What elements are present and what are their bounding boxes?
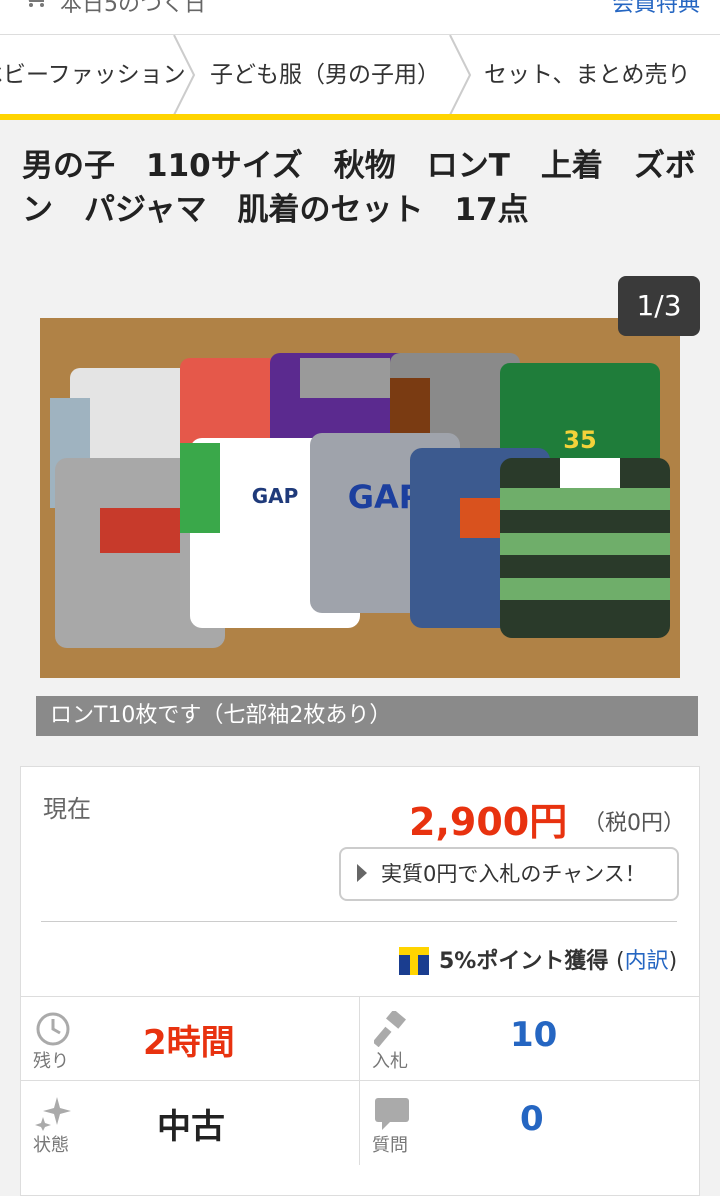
condition-cell: 状態 中古 <box>21 1081 360 1165</box>
points-info: 5%ポイント獲得 (内訳) <box>439 943 677 975</box>
zero-yen-bid-chance-button[interactable]: 実質0円で入札のチャンス！ <box>339 847 679 901</box>
questions-cell[interactable]: 質問 0 <box>360 1081 699 1165</box>
paren-close: ) <box>668 949 678 974</box>
time-remaining-label: 残り <box>33 1051 69 1072</box>
breadcrumb-separator-icon <box>449 35 472 114</box>
current-price-label: 現在 <box>43 795 91 823</box>
auction-stats: 残り 2時間 入札 10 状態 中古 質問 0 <box>20 996 700 1196</box>
member-benefits-link[interactable]: 会員特典 <box>612 0 700 18</box>
caret-right-icon <box>357 864 367 882</box>
clock-icon <box>36 1012 70 1046</box>
points-text: 5%ポイント獲得 <box>439 949 609 974</box>
svg-text:35: 35 <box>563 426 596 454</box>
gavel-icon <box>374 1011 406 1047</box>
chance-button-label: 実質0円で入札のチャンス！ <box>381 862 646 886</box>
item-title: 男の子 110サイズ 秋物 ロンT 上着 ズボン パジャマ 肌着のセット 17点 <box>22 148 696 228</box>
breadcrumb-item-set-bundle[interactable]: セット、まとめ売り <box>484 35 691 114</box>
breadcrumb: ベビーファッション 子ども服（男の子用） セット、まとめ売り <box>0 34 720 114</box>
speech-bubble-icon <box>375 1098 409 1130</box>
sparkle-icon <box>35 1097 71 1131</box>
condition-label: 状態 <box>33 1135 69 1156</box>
condition-value: 中古 <box>157 1107 225 1147</box>
price-card: 現在 2,900円 （税0円） 実質0円で入札のチャンス！ 5%ポイント獲得 (… <box>20 766 700 998</box>
top-bar: 本日5のつく日 会員特典 <box>0 0 720 34</box>
divider <box>41 921 677 922</box>
image-caption: ロンT10枚です（七部袖2枚あり） <box>36 696 698 736</box>
tax-amount: （税0円） <box>583 811 685 836</box>
time-remaining-value: 2時間 <box>143 1023 235 1063</box>
questions-label: 質問 <box>372 1135 408 1156</box>
questions-count: 0 <box>520 1099 544 1139</box>
bids-cell[interactable]: 入札 10 <box>360 997 699 1081</box>
promo-text[interactable]: 本日5のつく日 <box>60 0 206 18</box>
time-remaining-cell: 残り 2時間 <box>21 997 360 1081</box>
breadcrumb-item-kids-boys[interactable]: 子ども服（男の子用） <box>210 35 440 114</box>
points-breakdown-link[interactable]: 内訳 <box>625 949 669 974</box>
breadcrumb-item-baby-fashion[interactable]: ベビーファッション <box>0 35 186 114</box>
paren-open: ( <box>616 949 625 974</box>
bids-count: 10 <box>510 1015 558 1055</box>
t-point-icon <box>399 947 429 975</box>
current-price: 2,900円 <box>409 800 568 844</box>
svg-text:GAP: GAP <box>252 484 299 508</box>
item-detail: 男の子 110サイズ 秋物 ロンT 上着 ズボン パジャマ 肌着のセット 17点… <box>0 120 720 1196</box>
cart-icon[interactable] <box>22 0 48 8</box>
breadcrumb-separator-icon <box>173 35 196 114</box>
bids-label: 入札 <box>372 1051 408 1072</box>
image-counter: 1/3 <box>618 276 700 336</box>
item-photo[interactable]: 35 GAP GAP <box>40 318 680 678</box>
